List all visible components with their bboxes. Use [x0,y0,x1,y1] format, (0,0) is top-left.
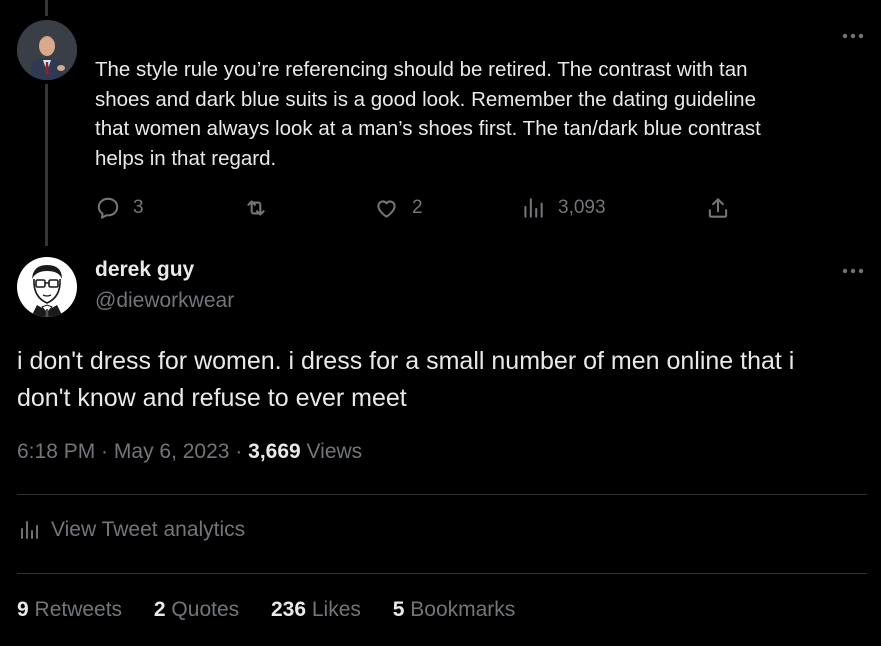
view-analytics-label: View Tweet analytics [51,518,246,541]
likes-label: Likes [306,598,361,621]
meta-separator: · [95,440,114,463]
author-handle[interactable]: @dieworkwear [95,289,234,313]
more-dots-icon [842,268,864,274]
tweet-text: i don't dress for women. i dress for a s… [17,347,795,412]
tweet-more-button[interactable] [838,261,868,281]
thread-connector [45,84,48,246]
views-count: 3,093 [558,197,606,218]
reply-more-button[interactable] [838,26,868,46]
like-count: 2 [412,197,423,218]
tweet-views-label: Views [300,440,363,463]
reply-author-avatar[interactable] [17,20,77,80]
divider [17,573,867,574]
quotes-label: Quotes [165,598,240,621]
thread-connector-top [45,0,48,16]
reply-tweet-text: The style rule you’re referencing should… [95,58,761,170]
bookmarks-label: Bookmarks [404,598,516,621]
like-action-button[interactable]: 2 [373,193,423,223]
bar-chart-icon [21,521,38,539]
bookmarks-stat[interactable]: 5 Bookmarks [393,598,516,622]
reply-bubble-icon [97,197,119,219]
reply-action-button[interactable]: 3 [95,193,144,223]
share-action-button[interactable] [705,193,731,223]
retweet-action-button[interactable] [242,193,282,223]
tweet-stats: 9 Retweets 2 Quotes 236 Likes 5 Bookmark… [17,598,515,622]
tweet-time[interactable]: 6:18 PM [17,440,95,463]
tweet-meta: 6:18 PM · May 6, 2023 · 3,669 Views [17,440,362,464]
likes-count: 236 [270,598,307,621]
author-display-name[interactable]: derek guy [95,258,194,282]
heart-icon [377,200,396,218]
share-icon [708,198,728,218]
views-action-button[interactable]: 3,093 [520,193,606,223]
meta-separator: · [229,440,249,463]
quotes-stat[interactable]: 2 Quotes [154,598,239,622]
divider [17,494,867,495]
reply-count: 3 [133,197,144,218]
bookmarks-count: 5 [392,598,405,621]
retweets-count: 9 [17,598,29,621]
quotes-count: 2 [153,598,166,621]
author-avatar[interactable] [17,257,77,317]
retweet-icon [247,200,265,216]
view-analytics-link[interactable]: View Tweet analytics [17,518,245,542]
retweets-label: Retweets [28,598,123,621]
tweet-date[interactable]: May 6, 2023 [114,440,230,463]
tweet-views-count: 3,669 [248,440,301,463]
bar-chart-icon [524,198,543,218]
retweets-stat[interactable]: 9 Retweets [17,598,122,622]
more-dots-icon [842,33,864,39]
likes-stat[interactable]: 236 Likes [271,598,361,622]
